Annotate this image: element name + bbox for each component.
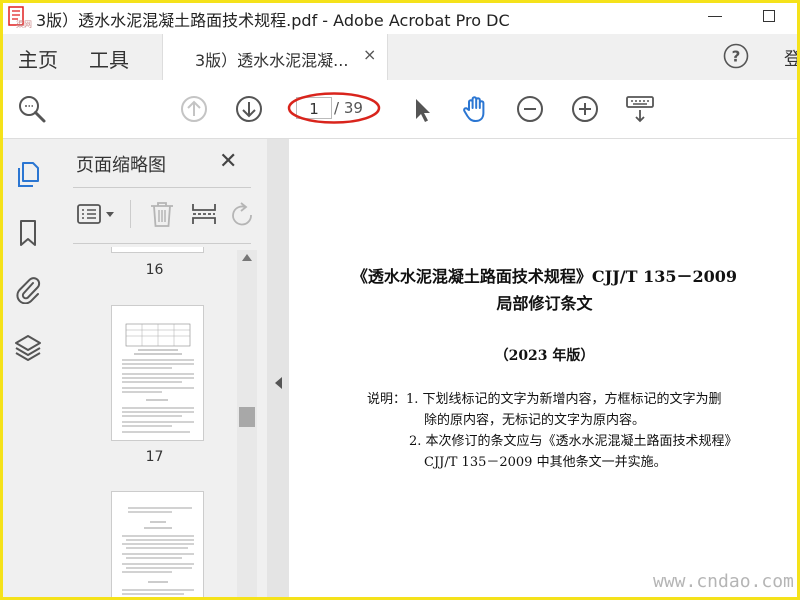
tab-document[interactable]: 3版）透水水泥混凝... × bbox=[162, 34, 388, 80]
rotate-page-icon[interactable] bbox=[227, 198, 257, 230]
select-arrow-icon[interactable] bbox=[405, 93, 437, 125]
page-up-icon[interactable] bbox=[178, 93, 210, 125]
note-line: 说明：1. 下划线标记的文字为新增内容，方框标记的文字为删 bbox=[367, 392, 722, 407]
thumbnail-page-label: 17 bbox=[145, 449, 164, 465]
toolbar-separator bbox=[130, 200, 131, 228]
delete-page-icon[interactable] bbox=[145, 198, 179, 230]
layers-icon[interactable] bbox=[13, 333, 43, 363]
page-thumbnail-16[interactable] bbox=[111, 247, 204, 253]
thumbnail-scrollbar[interactable] bbox=[237, 250, 257, 600]
thumbnail-list: 16 17 bbox=[73, 247, 236, 600]
left-navigation-rail bbox=[0, 139, 58, 600]
note-line: CJJ/T 135－2009 中其他条文一并实施。 bbox=[424, 455, 667, 470]
collapse-panel-arrow-icon[interactable] bbox=[275, 377, 282, 389]
title-bar: 渠网 3版）透水水泥混凝土路面技术规程.pdf - Adobe Acrobat … bbox=[0, 0, 800, 34]
window-title: 3版）透水水泥混凝土路面技术规程.pdf - Adobe Acrobat Pro… bbox=[36, 11, 510, 30]
maximize-button[interactable] bbox=[754, 4, 784, 30]
divider bbox=[73, 187, 251, 188]
page-thumbnail-18[interactable] bbox=[111, 491, 204, 600]
tab-bar: 主页 工具 3版）透水水泥混凝... × ? 登 bbox=[0, 34, 800, 81]
attachment-icon[interactable] bbox=[13, 274, 43, 304]
sign-in-label[interactable]: 登 bbox=[784, 45, 800, 71]
zoom-out-icon[interactable] bbox=[514, 93, 546, 125]
thumbnail-content bbox=[122, 323, 194, 433]
page-thumbnails-icon[interactable] bbox=[13, 159, 43, 189]
page-down-icon[interactable] bbox=[233, 93, 265, 125]
document-subtitle: 局部修订条文 bbox=[496, 294, 593, 313]
document-view: 《透水水泥混凝土路面技术规程》CJJ/T 135－2009 局部修订条文 （20… bbox=[289, 139, 800, 600]
svg-text:?: ? bbox=[732, 48, 741, 66]
scrollbar-thumb[interactable] bbox=[239, 407, 255, 427]
hand-tool-icon[interactable] bbox=[459, 93, 491, 125]
document-tab-label: 3版）透水水泥混凝... bbox=[195, 51, 349, 70]
panel-title: 页面缩略图 bbox=[76, 155, 166, 176]
highlight-ellipse bbox=[287, 92, 381, 124]
page-thumbnail-17[interactable] bbox=[111, 305, 204, 441]
thumbnail-page-label: 16 bbox=[145, 262, 164, 278]
document-edition: （2023 年版） bbox=[494, 348, 595, 364]
zoom-in-icon[interactable] bbox=[569, 93, 601, 125]
document-title: 《透水水泥混凝土路面技术规程》CJJ/T 135－2009 bbox=[351, 267, 738, 286]
close-panel-icon[interactable]: ✕ bbox=[219, 149, 237, 174]
thumbnail-content bbox=[122, 507, 194, 600]
note-line: 除的原内容，无标记的文字为原内容。 bbox=[424, 413, 646, 428]
help-icon[interactable]: ? bbox=[723, 43, 749, 69]
insert-page-icon[interactable] bbox=[187, 198, 221, 230]
divider bbox=[73, 243, 251, 244]
search-icon[interactable] bbox=[16, 93, 48, 125]
panel-splitter[interactable] bbox=[267, 139, 289, 600]
watermark: www.cndao.com bbox=[653, 571, 794, 592]
tab-tools[interactable]: 工具 bbox=[89, 44, 129, 73]
logo-text: 渠网 bbox=[16, 19, 32, 29]
thumbnails-panel: 页面缩略图 ✕ 16 17 bbox=[57, 139, 267, 600]
tab-home[interactable]: 主页 bbox=[18, 44, 58, 73]
note-line: 2. 本次修订的条文应与《透水水泥混凝土路面技术规程》 bbox=[409, 434, 738, 449]
close-tab-icon[interactable]: × bbox=[363, 45, 376, 64]
bookmark-icon[interactable] bbox=[13, 218, 43, 248]
minimize-button[interactable] bbox=[700, 4, 730, 30]
thumbnail-options-icon[interactable] bbox=[75, 198, 119, 230]
main-toolbar: 1 / 39 bbox=[0, 80, 800, 139]
keyboard-scroll-icon[interactable] bbox=[624, 93, 656, 125]
scroll-up-arrow[interactable] bbox=[242, 254, 252, 261]
app-logo-icon: 渠网 bbox=[8, 6, 32, 29]
